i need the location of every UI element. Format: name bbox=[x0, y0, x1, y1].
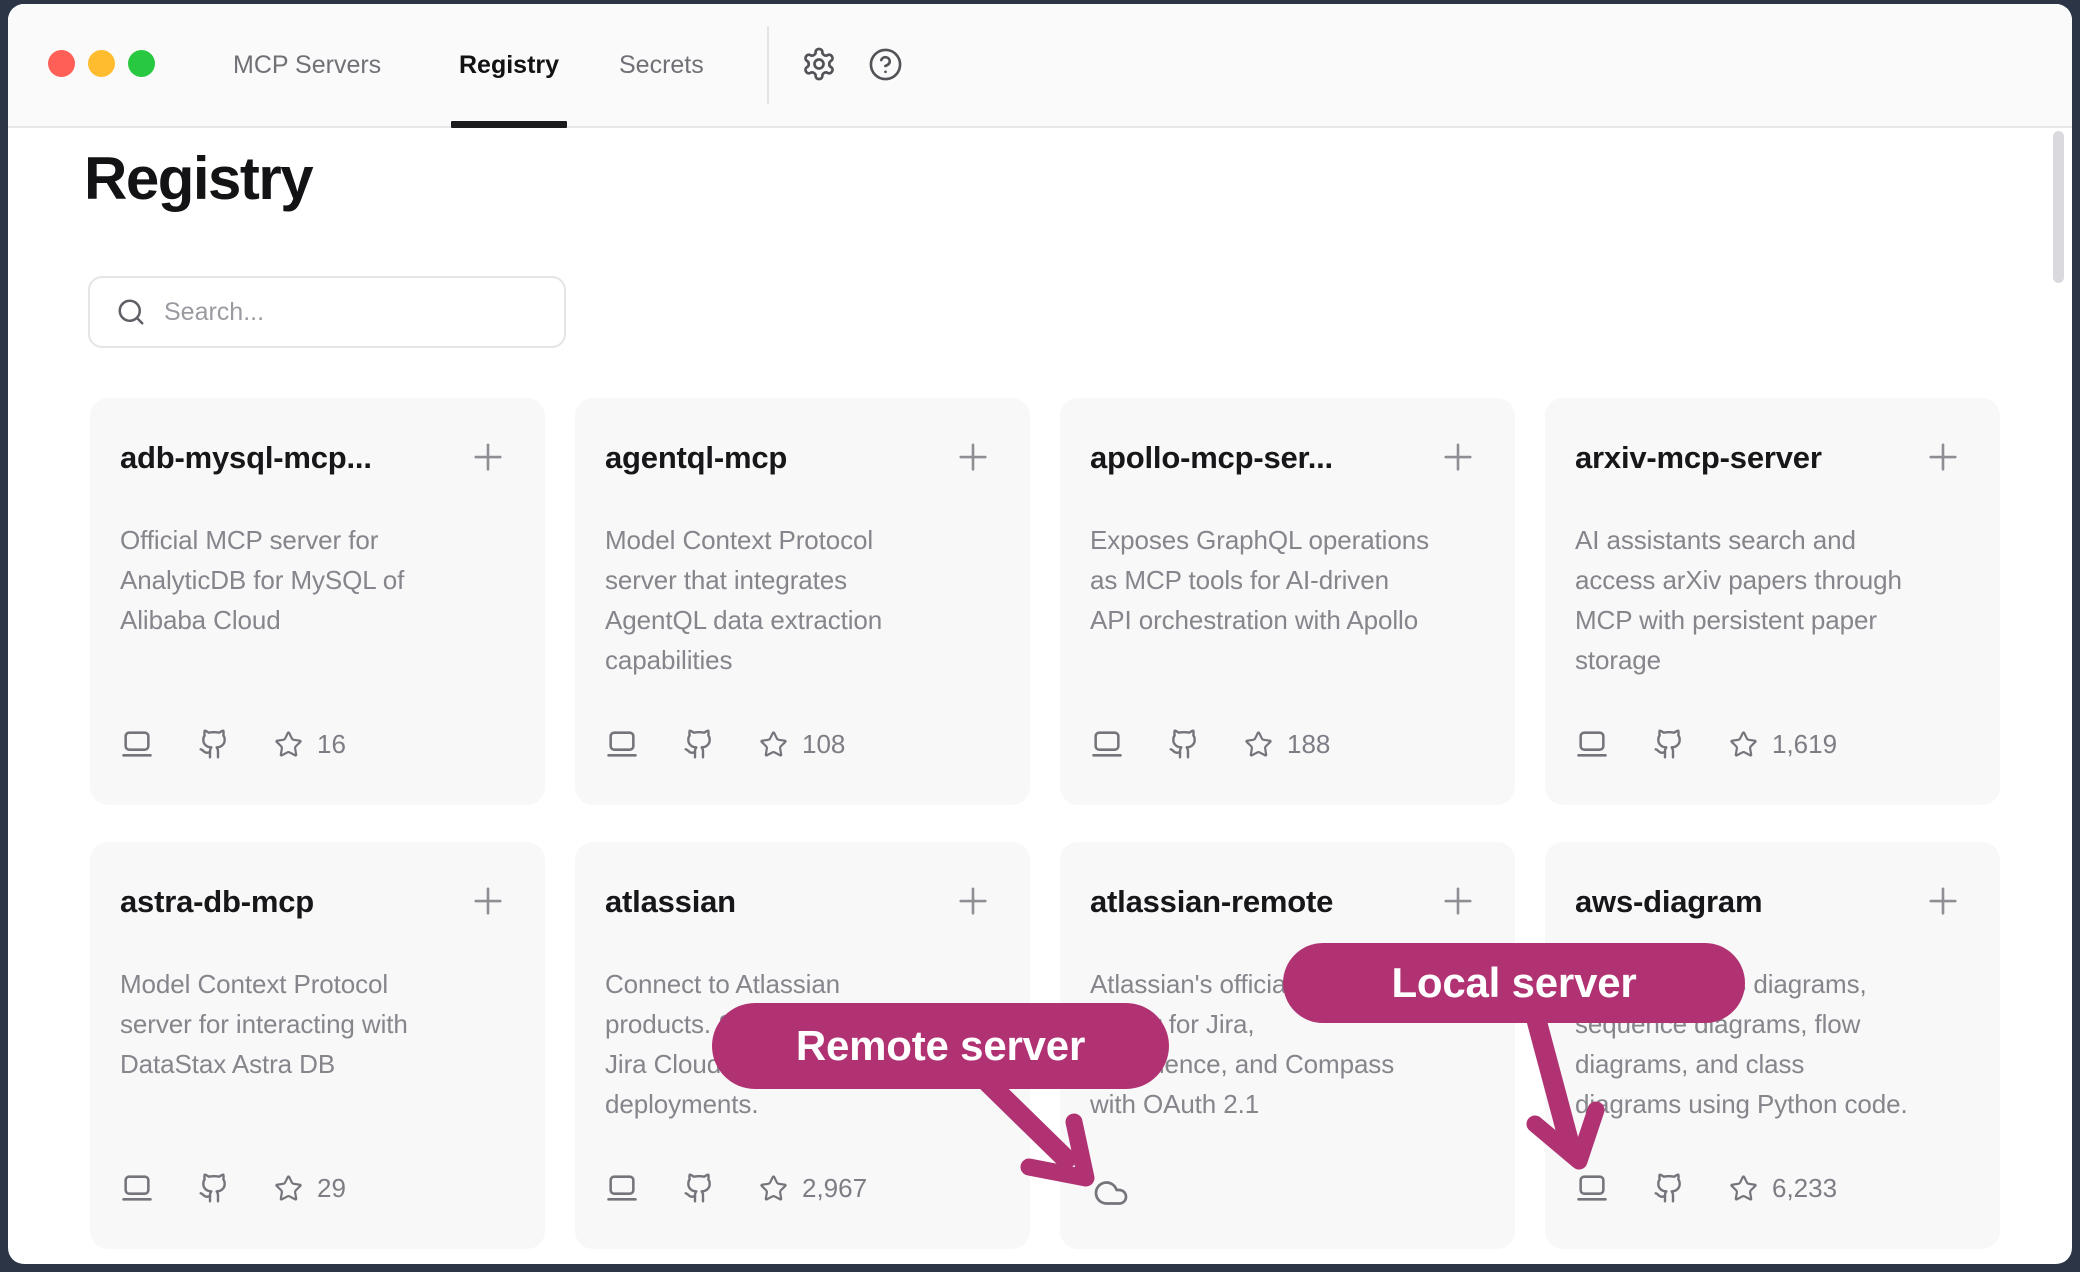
plus-icon bbox=[952, 436, 994, 478]
star-count: 108 bbox=[759, 729, 845, 760]
star-icon bbox=[1729, 730, 1758, 759]
laptop-icon bbox=[1090, 727, 1124, 761]
server-description: Exposes GraphQL operations as MCP tools … bbox=[1090, 520, 1479, 640]
server-description: AI assistants search and access arXiv pa… bbox=[1575, 520, 1964, 680]
search-input[interactable] bbox=[164, 298, 544, 327]
laptop-icon bbox=[1575, 1171, 1609, 1205]
star-icon bbox=[274, 1174, 303, 1203]
server-description: Model Context Protocol server that integ… bbox=[605, 520, 994, 680]
add-server-button[interactable] bbox=[1922, 880, 1964, 922]
server-name: aws-diagram bbox=[1575, 880, 1762, 924]
add-server-button[interactable] bbox=[467, 436, 509, 478]
github-icon bbox=[1653, 1172, 1685, 1204]
star-count: 188 bbox=[1244, 729, 1330, 760]
server-name: arxiv-mcp-server bbox=[1575, 436, 1822, 480]
github-icon bbox=[198, 1172, 230, 1204]
server-description: Model Context Protocol server for intera… bbox=[120, 964, 509, 1084]
laptop-icon bbox=[120, 1171, 154, 1205]
star-icon bbox=[274, 730, 303, 759]
settings-icon bbox=[801, 46, 837, 82]
server-name: atlassian-remote bbox=[1090, 880, 1333, 924]
server-name: agentql-mcp bbox=[605, 436, 787, 480]
add-server-button[interactable] bbox=[952, 436, 994, 478]
remote-server-callout: Remote server bbox=[712, 1003, 1169, 1089]
server-name: apollo-mcp-ser... bbox=[1090, 436, 1333, 480]
server-name: adb-mysql-mcp... bbox=[120, 436, 372, 480]
server-name: atlassian bbox=[605, 880, 736, 924]
star-count: 29 bbox=[274, 1173, 346, 1204]
plus-icon bbox=[952, 880, 994, 922]
laptop-icon bbox=[605, 1171, 639, 1205]
scrollbar-thumb[interactable] bbox=[2053, 131, 2064, 283]
titlebar: MCP Servers Registry Secrets bbox=[8, 4, 2072, 128]
minimize-window-button[interactable] bbox=[88, 50, 115, 77]
search-icon bbox=[116, 297, 146, 327]
add-server-button[interactable] bbox=[467, 880, 509, 922]
laptop-icon bbox=[1575, 727, 1609, 761]
add-server-button[interactable] bbox=[1437, 436, 1479, 478]
page-title: Registry bbox=[84, 144, 312, 213]
star-count: 1,619 bbox=[1729, 729, 1837, 760]
github-icon bbox=[1168, 728, 1200, 760]
laptop-icon bbox=[120, 727, 154, 761]
settings-button[interactable] bbox=[801, 46, 837, 82]
remote-server-callout-label: Remote server bbox=[796, 1022, 1085, 1070]
star-icon bbox=[1729, 1174, 1758, 1203]
laptop-icon bbox=[605, 727, 639, 761]
server-card: apollo-mcp-ser... Exposes GraphQL operat… bbox=[1060, 398, 1515, 805]
cloud-icon bbox=[1090, 1175, 1132, 1211]
star-count: 6,233 bbox=[1729, 1173, 1837, 1204]
tab-registry[interactable]: Registry bbox=[459, 4, 559, 126]
server-name: astra-db-mcp bbox=[120, 880, 314, 924]
github-icon bbox=[683, 1172, 715, 1204]
plus-icon bbox=[1437, 880, 1479, 922]
star-count: 2,967 bbox=[759, 1173, 867, 1204]
plus-icon bbox=[467, 880, 509, 922]
plus-icon bbox=[1437, 436, 1479, 478]
local-server-callout-label: Local server bbox=[1391, 959, 1636, 1007]
server-card: astra-db-mcp Model Context Protocol serv… bbox=[90, 842, 545, 1249]
github-icon bbox=[1653, 728, 1685, 760]
help-icon bbox=[868, 47, 903, 82]
server-description: Official MCP server for AnalyticDB for M… bbox=[120, 520, 509, 640]
server-card: adb-mysql-mcp... Official MCP server for… bbox=[90, 398, 545, 805]
add-server-button[interactable] bbox=[1437, 880, 1479, 922]
app-window: MCP Servers Registry Secrets Registry ad… bbox=[8, 4, 2072, 1264]
local-server-callout: Local server bbox=[1283, 943, 1745, 1023]
titlebar-divider bbox=[767, 26, 769, 104]
server-card: aws-diagram Generate AWS diagrams, seque… bbox=[1545, 842, 2000, 1249]
zoom-window-button[interactable] bbox=[128, 50, 155, 77]
close-window-button[interactable] bbox=[48, 50, 75, 77]
plus-icon bbox=[467, 436, 509, 478]
github-icon bbox=[683, 728, 715, 760]
plus-icon bbox=[1922, 436, 1964, 478]
star-count: 16 bbox=[274, 729, 346, 760]
traffic-lights bbox=[48, 50, 155, 77]
star-icon bbox=[759, 1174, 788, 1203]
star-icon bbox=[759, 730, 788, 759]
tab-secrets[interactable]: Secrets bbox=[619, 4, 704, 126]
tab-mcp-servers[interactable]: MCP Servers bbox=[233, 4, 381, 126]
github-icon bbox=[198, 728, 230, 760]
search-box bbox=[88, 276, 566, 348]
help-button[interactable] bbox=[868, 47, 903, 82]
server-card: arxiv-mcp-server AI assistants search an… bbox=[1545, 398, 2000, 805]
plus-icon bbox=[1922, 880, 1964, 922]
add-server-button[interactable] bbox=[952, 880, 994, 922]
star-icon bbox=[1244, 730, 1273, 759]
server-card-grid: adb-mysql-mcp... Official MCP server for… bbox=[90, 398, 2000, 1249]
server-card: agentql-mcp Model Context Protocol serve… bbox=[575, 398, 1030, 805]
add-server-button[interactable] bbox=[1922, 436, 1964, 478]
